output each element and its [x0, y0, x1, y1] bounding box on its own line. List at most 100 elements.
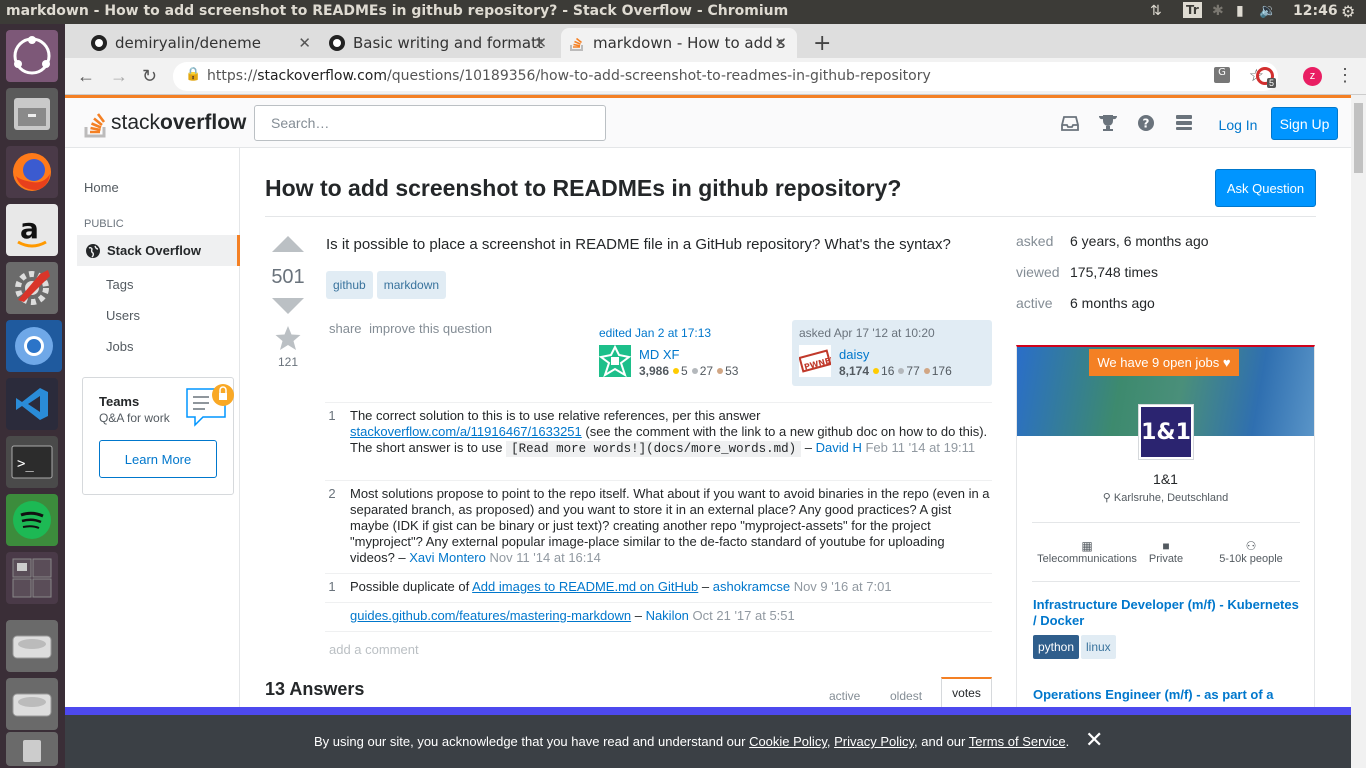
- asker-gold: 16: [881, 364, 895, 378]
- job-listing-1[interactable]: Infrastructure Developer (m/f) - Kuberne…: [1033, 597, 1303, 629]
- comment-user[interactable]: David H: [816, 440, 862, 455]
- terminal-icon[interactable]: >_: [6, 436, 58, 488]
- sort-tab-oldest[interactable]: oldest: [890, 689, 922, 703]
- nav-users[interactable]: Users: [106, 308, 140, 323]
- tag-markdown[interactable]: markdown: [376, 271, 447, 299]
- nav-stack-overflow[interactable]: Stack Overflow: [77, 235, 240, 266]
- stackoverflow-logo[interactable]: stack overflow: [83, 108, 246, 138]
- sort-tab-active[interactable]: active: [829, 689, 860, 703]
- asker-name[interactable]: daisy: [839, 347, 869, 362]
- vscode-icon[interactable]: [6, 378, 58, 430]
- nav-home[interactable]: Home: [84, 180, 119, 195]
- add-comment-link[interactable]: add a comment: [329, 642, 419, 657]
- job-tag-linux[interactable]: linux: [1081, 635, 1116, 659]
- tab-markdown[interactable]: markdown - How to add s ✕: [561, 28, 797, 58]
- edited-date-link[interactable]: edited Jan 2 at 17:13: [599, 326, 711, 340]
- company-name[interactable]: 1&1: [1017, 471, 1314, 487]
- clock[interactable]: 12:46: [1293, 3, 1338, 19]
- comment-user[interactable]: Nakilon: [646, 608, 689, 623]
- comment-code: [Read more words!](docs/more_words.md): [506, 441, 802, 457]
- site-switcher-icon[interactable]: [1173, 112, 1195, 134]
- battery-icon[interactable]: ▮: [1236, 3, 1244, 19]
- editor-name[interactable]: MD XF: [639, 347, 679, 362]
- favorite-star-icon[interactable]: [274, 324, 302, 352]
- asker-avatar[interactable]: PWNED!: [799, 345, 831, 377]
- address-bar[interactable]: 🔒 https://stackoverflow.com/questions/10…: [173, 62, 1278, 91]
- files-icon[interactable]: [6, 88, 58, 140]
- question-body: Is it possible to place a screenshot in …: [326, 235, 991, 299]
- achievements-icon[interactable]: [1097, 112, 1119, 134]
- signup-button[interactable]: Sign Up: [1271, 107, 1338, 140]
- tab-close-icon[interactable]: ✕: [774, 34, 787, 52]
- chromium-icon[interactable]: [6, 320, 62, 372]
- menu-icon[interactable]: ⋮: [1336, 65, 1354, 86]
- privacy-policy-link[interactable]: Privacy Policy: [834, 734, 914, 749]
- stat-value: 6 months ago: [1070, 295, 1155, 311]
- scrollbar-thumb[interactable]: [1354, 103, 1363, 173]
- trash-icon[interactable]: [6, 732, 58, 766]
- profile-avatar[interactable]: z: [1303, 67, 1322, 86]
- comment-link[interactable]: Add images to README.md on GitHub: [472, 579, 698, 594]
- workspace-switcher-icon[interactable]: [6, 552, 58, 604]
- sort-tab-votes[interactable]: votes: [941, 677, 992, 707]
- terms-of-service-link[interactable]: Terms of Service: [969, 734, 1066, 749]
- drive-icon[interactable]: [6, 620, 58, 672]
- company-logo[interactable]: 1&1: [1138, 404, 1194, 460]
- tab-basic-writing[interactable]: Basic writing and formatt ✕: [321, 28, 557, 58]
- upvote-icon[interactable]: [270, 235, 306, 253]
- new-tab-button[interactable]: +: [805, 28, 839, 58]
- share-link[interactable]: share: [329, 321, 362, 336]
- ask-question-button[interactable]: Ask Question: [1215, 169, 1316, 207]
- forward-icon[interactable]: →: [110, 66, 128, 87]
- teams-subtitle: Q&A for work: [99, 411, 170, 425]
- cookie-policy-link[interactable]: Cookie Policy: [749, 734, 827, 749]
- comment-dash: –: [631, 608, 646, 623]
- comment-user[interactable]: Xavi Montero: [409, 550, 486, 565]
- ubuntu-dash-icon[interactable]: [6, 30, 58, 82]
- page-scrollbar[interactable]: [1351, 95, 1366, 768]
- learn-more-button[interactable]: Learn More: [99, 440, 217, 478]
- editor-gold: 5: [681, 364, 688, 378]
- amazon-icon[interactable]: a: [6, 204, 58, 256]
- fact-label: 5-10k people: [1219, 553, 1283, 565]
- close-icon[interactable]: ✕: [1085, 727, 1103, 753]
- tag-github[interactable]: github: [326, 271, 373, 299]
- reload-icon[interactable]: ↻: [142, 66, 157, 87]
- settings-gear-icon[interactable]: ⚙: [1341, 2, 1355, 21]
- open-jobs-button[interactable]: We have 9 open jobs ♥: [1089, 349, 1239, 376]
- firefox-icon[interactable]: [6, 146, 58, 198]
- fact-label: Private: [1148, 553, 1184, 565]
- improve-link[interactable]: improve this question: [369, 321, 492, 336]
- nav-section-public: PUBLIC: [84, 218, 124, 230]
- editor-avatar[interactable]: [599, 345, 631, 377]
- nav-tags[interactable]: Tags: [106, 277, 133, 292]
- downvote-icon[interactable]: [270, 297, 306, 315]
- tab-demiryalin[interactable]: demiryalin/deneme ✕: [83, 28, 321, 58]
- drive-icon-2[interactable]: [6, 678, 58, 730]
- comment-date: Nov 9 '16 at 7:01: [790, 579, 892, 594]
- question-title[interactable]: How to add screenshot to READMEs in gith…: [265, 175, 901, 202]
- network-transfer-icon[interactable]: ⇅: [1150, 3, 1162, 19]
- comment-link[interactable]: stackoverflow.com/a/11916467/1633251: [350, 424, 582, 439]
- gold-badge-icon: [673, 368, 680, 375]
- help-icon[interactable]: ?: [1135, 112, 1157, 134]
- tab-close-icon[interactable]: ✕: [298, 34, 311, 52]
- bluetooth-icon[interactable]: ✱: [1212, 3, 1224, 19]
- stackoverflow-header: stack overflow Search… ? Log In Sign Up: [65, 95, 1351, 148]
- inbox-icon[interactable]: [1059, 112, 1081, 134]
- system-settings-icon[interactable]: [6, 262, 58, 314]
- login-button[interactable]: Log In: [1208, 109, 1268, 140]
- tab-close-icon[interactable]: ✕: [534, 34, 547, 52]
- comment-link[interactable]: guides.github.com/features/mastering-mar…: [350, 608, 631, 623]
- job-listing-2[interactable]: Operations Engineer (m/f) - as part of a: [1033, 687, 1303, 703]
- search-input[interactable]: Search…: [254, 105, 606, 141]
- keyboard-layout-indicator[interactable]: Tr: [1183, 2, 1202, 18]
- nav-jobs[interactable]: Jobs: [106, 339, 133, 354]
- translate-icon[interactable]: G: [1214, 67, 1230, 83]
- ubuntu-launcher: a >_: [0, 24, 65, 768]
- back-icon[interactable]: ←: [77, 66, 95, 87]
- job-tag-python[interactable]: python: [1033, 635, 1080, 659]
- spotify-icon[interactable]: [6, 494, 58, 546]
- volume-icon[interactable]: 🔉: [1259, 3, 1276, 19]
- comment-user[interactable]: ashokramcse: [713, 579, 790, 594]
